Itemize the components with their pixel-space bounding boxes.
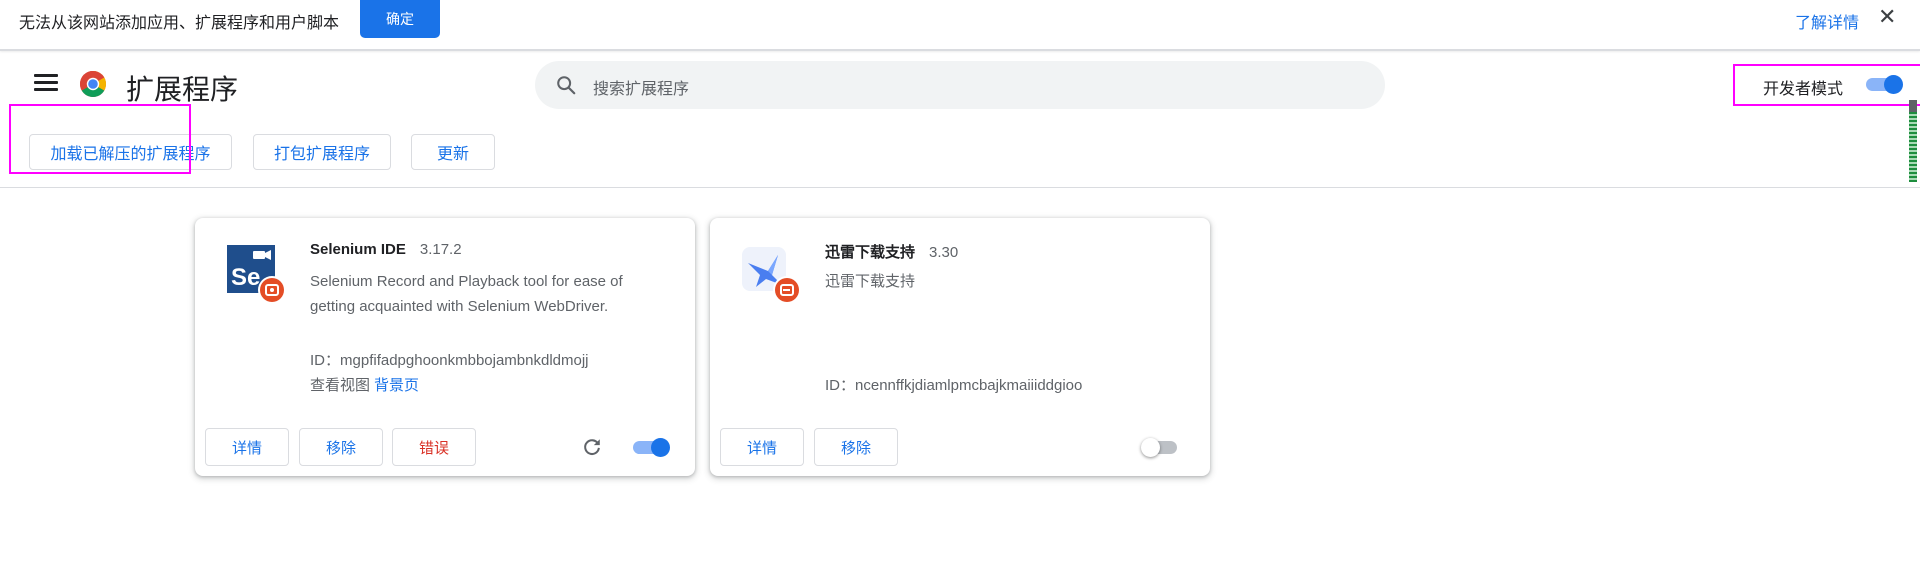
extension-name: 迅雷下载支持 3.30 — [825, 244, 959, 261]
details-button[interactable]: 详情 — [720, 428, 804, 466]
highlight-box — [1733, 64, 1920, 106]
extension-name: Selenium IDE 3.17.2 — [310, 241, 462, 258]
extension-version: 3.17.2 — [419, 241, 462, 258]
extension-enable-toggle[interactable] — [631, 436, 671, 458]
extension-version: 3.30 — [929, 244, 959, 261]
extension-card: 迅雷下载支持 3.30 迅雷下载支持 ID：ncennffkjdiamlpmcba… — [710, 218, 1210, 476]
infobar: 无法从该网站添加应用、扩展程序和用户脚本 确定 了解详情 ✕ — [0, 0, 1920, 51]
hamburger-menu-icon[interactable] — [34, 74, 58, 94]
extension-id: ID：mgpfifadpghoonkmbbojambnkdldmojj — [310, 352, 589, 369]
search-icon — [557, 76, 576, 95]
infobar-ok-button[interactable]: 确定 — [360, 0, 440, 38]
selenium-ide-icon: Se — [227, 245, 286, 304]
remove-button[interactable]: 移除 — [299, 428, 383, 466]
extension-description: Selenium Record and Playback tool for ea… — [310, 273, 623, 315]
thunder-download-icon — [742, 247, 801, 304]
extension-enable-toggle[interactable] — [1141, 436, 1181, 458]
chrome-logo-icon — [79, 70, 107, 98]
svg-text:Se: Se — [231, 264, 260, 291]
divider — [0, 187, 1920, 188]
extension-id: ID：ncennffkjdiamlpmcbajkmaiiiddgioo — [825, 377, 1083, 394]
inspect-views: 查看视图 背景页 — [310, 377, 420, 394]
background-page-link[interactable]: 背景页 — [374, 377, 419, 394]
search-input[interactable]: 搜索扩展程序 — [593, 75, 689, 99]
errors-button[interactable]: 错误 — [392, 428, 476, 466]
close-icon[interactable]: ✕ — [1878, 3, 1896, 31]
reload-icon[interactable] — [581, 436, 603, 458]
search-box[interactable]: 搜索扩展程序 — [535, 61, 1385, 109]
page-title: 扩展程序 — [126, 74, 239, 105]
highlight-box — [9, 104, 191, 174]
details-button[interactable]: 详情 — [205, 428, 289, 466]
learn-more-link[interactable]: 了解详情 — [1795, 9, 1859, 33]
scroll-indicator[interactable] — [1909, 100, 1917, 182]
extension-description: 迅雷下载支持 — [825, 273, 916, 290]
update-button[interactable]: 更新 — [411, 134, 495, 170]
infobar-message: 无法从该网站添加应用、扩展程序和用户脚本 — [19, 15, 340, 32]
remove-button[interactable]: 移除 — [814, 428, 898, 466]
pack-extension-button[interactable]: 打包扩展程序 — [253, 134, 391, 170]
extension-card: Se Selenium IDE 3.17.2 Selenium Record an… — [195, 218, 695, 476]
